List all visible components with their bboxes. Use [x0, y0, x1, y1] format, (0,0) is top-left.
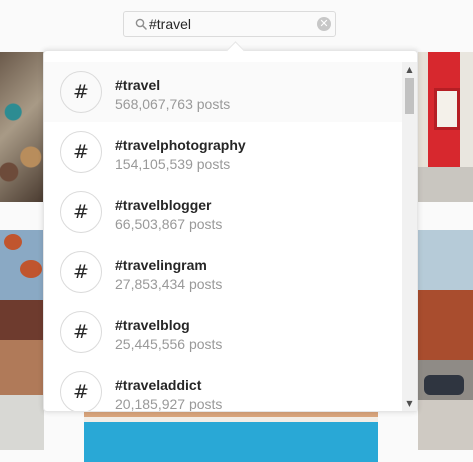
- results-list: # #travel 568,067,763 posts # #travelpho…: [44, 62, 402, 411]
- photo-thumbnail[interactable]: [418, 230, 473, 450]
- post-count: 568,067,763 posts: [115, 96, 231, 112]
- photo-thumbnail[interactable]: [0, 52, 44, 202]
- photo-thumbnail[interactable]: [0, 230, 44, 450]
- hashtag-icon: #: [60, 131, 102, 173]
- hashtag-icon: #: [60, 251, 102, 293]
- hashtag-icon: #: [60, 311, 102, 353]
- result-item-travelphotography[interactable]: # #travelphotography 154,105,539 posts: [44, 122, 402, 182]
- result-item-travelblogger[interactable]: # #travelblogger 66,503,867 posts: [44, 182, 402, 242]
- hashtag-name: #travelblog: [115, 317, 190, 333]
- hashtag-icon: #: [60, 71, 102, 113]
- result-item-traveladdict[interactable]: # #traveladdict 20,185,927 posts: [44, 362, 402, 411]
- search-results-dropdown: # #travel 568,067,763 posts # #travelpho…: [43, 50, 418, 412]
- scroll-down-arrow-icon[interactable]: ▼: [402, 396, 417, 411]
- post-count: 66,503,867 posts: [115, 216, 223, 232]
- post-count: 27,853,434 posts: [115, 276, 223, 292]
- result-item-travelblog[interactable]: # #travelblog 25,445,556 posts: [44, 302, 402, 362]
- photo-detail: [20, 260, 42, 278]
- hashtag-name: #travel: [115, 77, 161, 93]
- hashtag-name: #travelblogger: [115, 197, 212, 213]
- photo-detail: [84, 417, 378, 422]
- scroll-up-arrow-icon[interactable]: ▲: [402, 62, 417, 77]
- hashtag-name: #travelingram: [115, 257, 207, 273]
- hashtag-name: #traveladdict: [115, 377, 202, 393]
- hashtag-icon: #: [60, 371, 102, 411]
- scroll-thumb[interactable]: [405, 78, 414, 114]
- clear-icon[interactable]: ✕: [317, 17, 331, 31]
- hashtag-name: #travelphotography: [115, 137, 246, 153]
- search-input[interactable]: [149, 12, 309, 36]
- photo-detail: [4, 234, 22, 250]
- post-count: 20,185,927 posts: [115, 396, 223, 411]
- photo-thumbnail[interactable]: [418, 52, 473, 202]
- result-item-travelingram[interactable]: # #travelingram 27,853,434 posts: [44, 242, 402, 302]
- hashtag-icon: #: [60, 191, 102, 233]
- post-count: 154,105,539 posts: [115, 156, 231, 172]
- result-item-travel[interactable]: # #travel 568,067,763 posts: [44, 62, 402, 122]
- post-count: 25,445,556 posts: [115, 336, 223, 352]
- scrollbar[interactable]: ▲ ▼: [402, 62, 417, 411]
- search-icon: [135, 18, 147, 30]
- photo-detail: [424, 375, 464, 395]
- photo-detail: [434, 88, 460, 130]
- photo-thumbnail[interactable]: [84, 405, 378, 462]
- search-bar[interactable]: ✕: [123, 11, 336, 37]
